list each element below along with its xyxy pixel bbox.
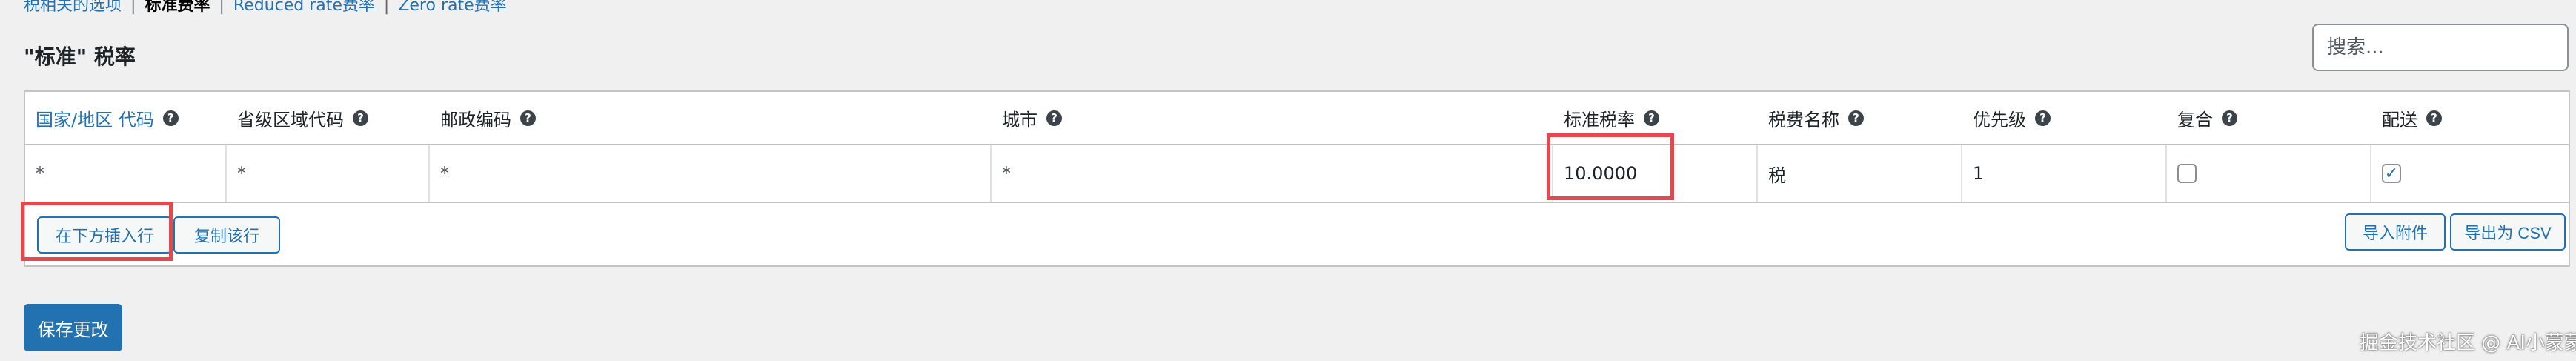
- help-icon[interactable]: ?: [2035, 110, 2051, 126]
- copy-row-button[interactable]: 复制该行: [173, 216, 280, 254]
- compound-checkbox[interactable]: [2177, 164, 2197, 183]
- save-changes-button[interactable]: 保存更改: [24, 304, 122, 351]
- header-label: 税费名称: [1768, 109, 1839, 130]
- help-icon[interactable]: ?: [2426, 110, 2442, 126]
- checkmark-icon: ✓: [2384, 164, 2399, 183]
- table-row: * * * * 10.0000 税 1 ✓: [25, 145, 2569, 203]
- rate-highlight-box: [1547, 133, 1674, 200]
- subnav-separator: |: [130, 0, 136, 15]
- column-header-tax-name: 税费名称?: [1758, 92, 1962, 144]
- column-header-postcode: 邮政编码?: [430, 92, 992, 144]
- section-title: "标准" 税率: [24, 44, 136, 69]
- subnav-standard-rates-current: 标准费率: [145, 0, 210, 15]
- compound-cell: [2167, 145, 2371, 202]
- import-csv-button[interactable]: 导入附件: [2345, 213, 2446, 251]
- subnav-separator: |: [219, 0, 225, 15]
- help-icon[interactable]: ?: [520, 110, 536, 126]
- export-csv-button[interactable]: 导出为 CSV: [2450, 213, 2566, 251]
- header-label: 城市: [1002, 109, 1038, 130]
- insert-row-highlight-box: [21, 202, 173, 261]
- column-header-priority: 优先级?: [1962, 92, 2167, 144]
- column-header-city: 城市?: [992, 92, 1553, 144]
- header-label: 复合: [2177, 109, 2213, 130]
- column-header-state-code: 省级区域代码?: [227, 92, 430, 144]
- column-header-compound: 复合?: [2167, 92, 2371, 144]
- postcode-field[interactable]: *: [430, 145, 992, 202]
- watermark: 掘金技术社区 @ AI小蒙蒙: [2360, 332, 2576, 354]
- tax-rates-table: 国家/地区 代码? 省级区域代码? 邮政编码? 城市? 标准税率? 税费名称? …: [24, 90, 2570, 267]
- header-label: 省级区域代码: [237, 109, 344, 130]
- tax-subnav: 税相关的选项 | 标准费率 | Reduced rate费率 | Zero rate费率: [24, 0, 507, 16]
- header-label: 标准税率: [1564, 109, 1635, 130]
- priority-field[interactable]: 1: [1962, 145, 2167, 202]
- country-code-field[interactable]: *: [25, 145, 227, 202]
- city-field[interactable]: *: [992, 145, 1553, 202]
- state-code-field[interactable]: *: [227, 145, 430, 202]
- subnav-separator: |: [383, 0, 390, 15]
- header-label: 邮政编码: [440, 109, 511, 130]
- header-label: 优先级: [1973, 109, 2026, 130]
- help-icon[interactable]: ?: [1644, 110, 1659, 126]
- search-input[interactable]: [2312, 24, 2569, 71]
- column-header-country-code[interactable]: 国家/地区 代码?: [25, 92, 227, 144]
- shipping-checkbox[interactable]: ✓: [2382, 164, 2401, 183]
- help-icon[interactable]: ?: [1848, 110, 1864, 126]
- subnav-tax-options-link[interactable]: 税相关的选项: [24, 0, 122, 15]
- subnav-zero-rate-link[interactable]: Zero rate费率: [398, 0, 506, 15]
- help-icon[interactable]: ?: [1046, 110, 1062, 126]
- column-header-shipping: 配送?: [2371, 92, 2569, 144]
- table-header-row: 国家/地区 代码? 省级区域代码? 邮政编码? 城市? 标准税率? 税费名称? …: [25, 92, 2569, 145]
- subnav-reduced-rate-link[interactable]: Reduced rate费率: [233, 0, 375, 15]
- help-icon[interactable]: ?: [2222, 110, 2237, 126]
- help-icon[interactable]: ?: [162, 110, 179, 126]
- shipping-cell: ✓: [2371, 145, 2569, 202]
- help-icon[interactable]: ?: [353, 110, 368, 126]
- header-label: 国家/地区 代码: [36, 109, 154, 130]
- header-label: 配送: [2382, 109, 2417, 130]
- tax-name-field[interactable]: 税: [1758, 145, 1962, 202]
